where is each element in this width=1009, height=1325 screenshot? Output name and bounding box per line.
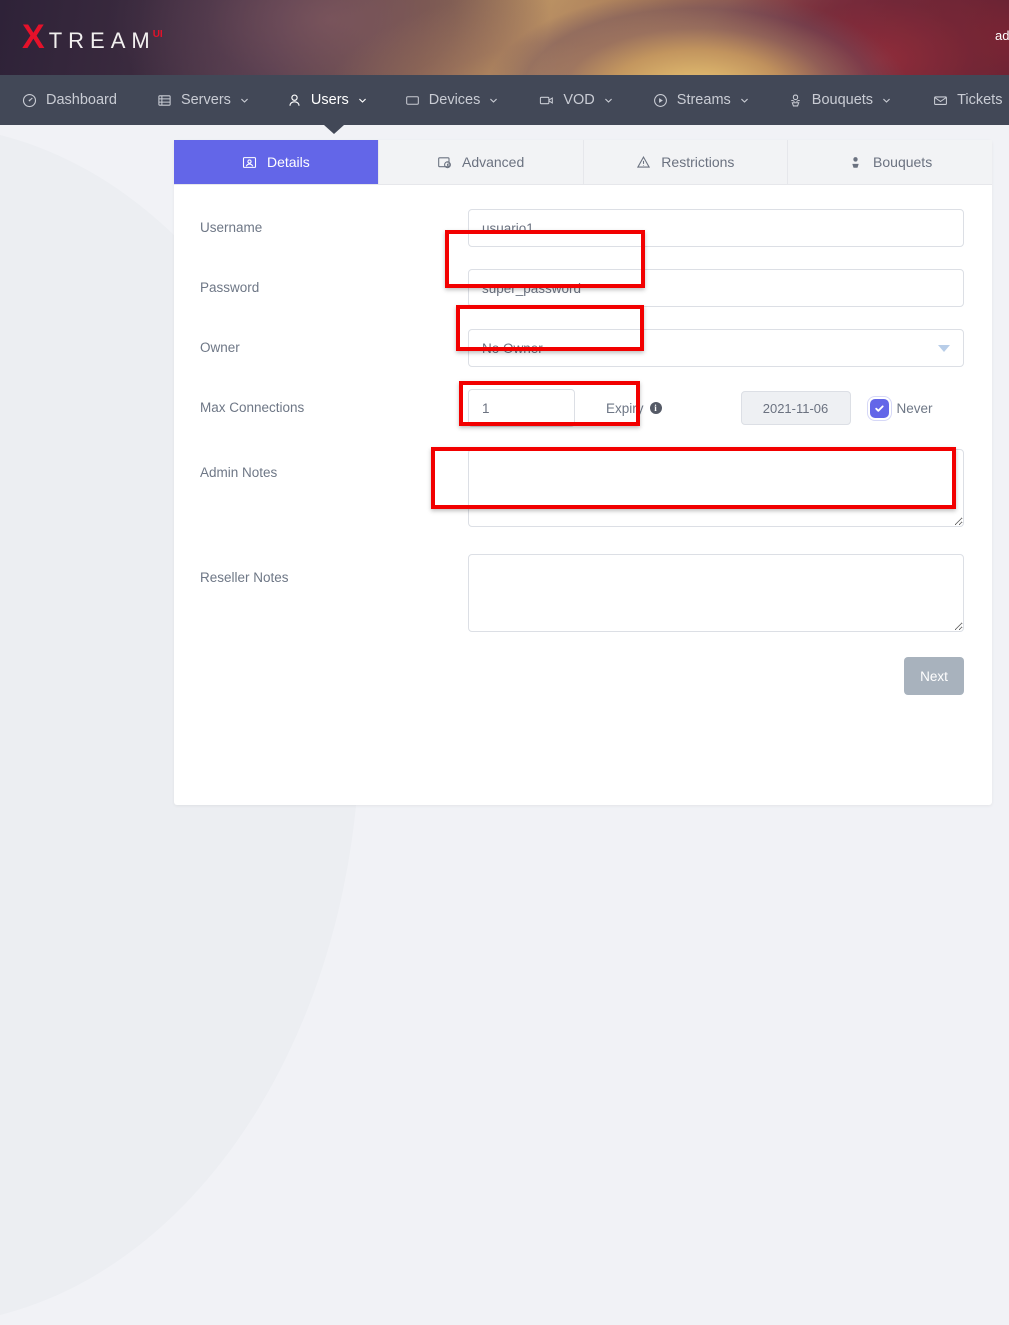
nav-item-users[interactable]: Users: [287, 75, 367, 125]
nav-label: Servers: [181, 92, 231, 108]
form-row-max-connections: Max Connections Expiry i 2021-11-06 Neve…: [200, 389, 964, 427]
nav-item-bouquets[interactable]: Bouquets: [788, 75, 891, 125]
nav-item-vod[interactable]: VOD: [539, 75, 612, 125]
reseller-notes-label: Reseller Notes: [200, 554, 468, 585]
streams-icon: [653, 93, 668, 108]
owner-label: Owner: [200, 329, 468, 355]
nav-label: Dashboard: [46, 92, 117, 108]
main-navigation: Dashboard Servers Users Devices VOD: [0, 75, 1009, 125]
bouquets-icon: [788, 93, 803, 108]
tab-details[interactable]: Details: [174, 140, 379, 184]
form-row-admin-notes: Admin Notes: [200, 449, 964, 532]
tab-bouquets[interactable]: Bouquets: [788, 140, 992, 184]
never-checkbox[interactable]: [870, 399, 889, 418]
tab-bar: Details Advanced Restrictions Bouquets: [174, 140, 992, 185]
max-connections-label: Max Connections: [200, 389, 468, 415]
nav-item-dashboard[interactable]: Dashboard: [22, 75, 117, 125]
never-label: Never: [897, 401, 933, 416]
never-checkbox-group[interactable]: Never: [870, 399, 933, 418]
nav-item-tickets[interactable]: Tickets: [933, 75, 1002, 125]
tab-label: Bouquets: [873, 154, 932, 170]
devices-icon: [405, 93, 420, 108]
form-row-reseller-notes: Reseller Notes: [200, 554, 964, 637]
servers-icon: [157, 93, 172, 108]
nav-item-servers[interactable]: Servers: [157, 75, 249, 125]
nav-label: Users: [311, 92, 349, 108]
nav-label: Streams: [677, 92, 731, 108]
advanced-icon: [437, 155, 452, 170]
form-footer: Next: [174, 651, 992, 695]
chevron-down-icon: [358, 96, 367, 105]
chevron-down-icon: [740, 96, 749, 105]
chevron-down-icon: [489, 96, 498, 105]
nav-active-indicator: [324, 125, 344, 134]
dashboard-icon: [22, 93, 37, 108]
nav-label: Tickets: [957, 92, 1002, 108]
admin-notes-textarea[interactable]: [468, 449, 964, 527]
info-icon[interactable]: i: [650, 402, 662, 414]
tab-label: Advanced: [462, 154, 524, 170]
restrictions-icon: [636, 155, 651, 170]
chevron-down-icon: [882, 96, 891, 105]
password-label: Password: [200, 269, 468, 295]
username-label: Username: [200, 209, 468, 235]
user-details-form: Username Password Owner No Owner Max Con…: [174, 185, 992, 637]
user-form-card: Details Advanced Restrictions Bouquets U…: [174, 140, 992, 805]
username-input[interactable]: [468, 209, 964, 247]
vod-icon: [539, 93, 554, 108]
password-input[interactable]: [468, 269, 964, 307]
admin-notes-label: Admin Notes: [200, 449, 468, 480]
bouquets-icon: [848, 155, 863, 170]
tab-restrictions[interactable]: Restrictions: [584, 140, 789, 184]
users-icon: [287, 93, 302, 108]
nav-item-streams[interactable]: Streams: [653, 75, 749, 125]
owner-selected-value: No Owner: [468, 329, 964, 367]
nav-label: Bouquets: [812, 92, 873, 108]
reseller-notes-textarea[interactable]: [468, 554, 964, 632]
expiry-label-group: Expiry i: [606, 401, 662, 416]
tab-label: Restrictions: [661, 154, 734, 170]
logo-x-icon: X: [22, 20, 45, 54]
form-row-password: Password: [200, 269, 964, 307]
owner-select[interactable]: No Owner: [468, 329, 964, 367]
tab-label: Details: [267, 154, 310, 170]
nav-item-devices[interactable]: Devices: [405, 75, 499, 125]
tab-advanced[interactable]: Advanced: [379, 140, 584, 184]
form-row-owner: Owner No Owner: [200, 329, 964, 367]
tickets-icon: [933, 93, 948, 108]
logo-superscript: UI: [153, 29, 163, 40]
nav-label: Devices: [429, 92, 481, 108]
account-name[interactable]: ad: [995, 28, 1009, 43]
next-button[interactable]: Next: [904, 657, 964, 695]
chevron-down-icon: [938, 345, 950, 352]
expiry-label: Expiry: [606, 401, 644, 416]
top-banner: X TREAM UI ad: [0, 0, 1009, 75]
logo-wordmark: TREAM: [49, 30, 156, 52]
nav-label: VOD: [563, 92, 594, 108]
chevron-down-icon: [604, 96, 613, 105]
form-row-username: Username: [200, 209, 964, 247]
app-logo[interactable]: X TREAM UI: [22, 20, 166, 54]
chevron-down-icon: [240, 96, 249, 105]
max-connections-input[interactable]: [468, 389, 575, 427]
details-icon: [242, 155, 257, 170]
expiry-date-field[interactable]: 2021-11-06: [741, 391, 851, 425]
